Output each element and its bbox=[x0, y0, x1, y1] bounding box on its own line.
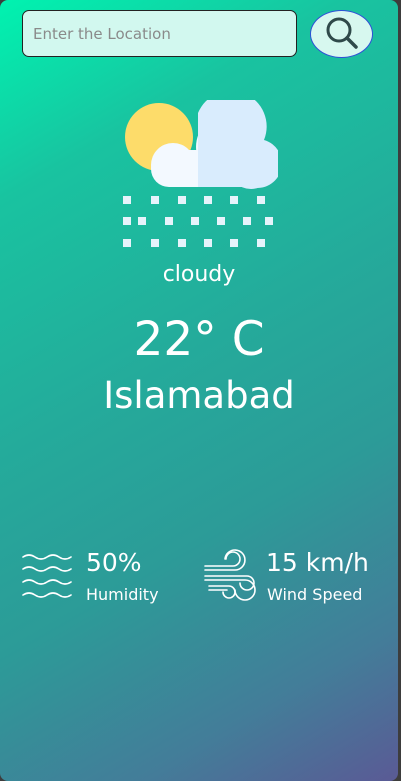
search-icon bbox=[324, 15, 360, 54]
humidity-value: 50% bbox=[86, 548, 142, 577]
search-button[interactable] bbox=[310, 10, 373, 58]
temperature: 22° C bbox=[133, 312, 265, 367]
wind-stat: 15 km/h Wind Speed bbox=[203, 548, 398, 610]
humidity-label: Humidity bbox=[86, 585, 159, 604]
cloudy-rain-icon bbox=[118, 90, 282, 256]
wind-speed-label: Wind Speed bbox=[267, 585, 363, 604]
location-search-input[interactable] bbox=[22, 10, 297, 57]
weather-condition: cloudy bbox=[162, 262, 236, 287]
weather-card: cloudy 22° C Islamabad 50% Humidity bbox=[0, 0, 398, 781]
humidity-waves-icon bbox=[22, 553, 74, 605]
city-name: Islamabad bbox=[103, 374, 295, 417]
wind-icon bbox=[203, 548, 259, 608]
humidity-stat: 50% Humidity bbox=[22, 548, 182, 610]
wind-speed-value: 15 km/h bbox=[266, 548, 369, 577]
